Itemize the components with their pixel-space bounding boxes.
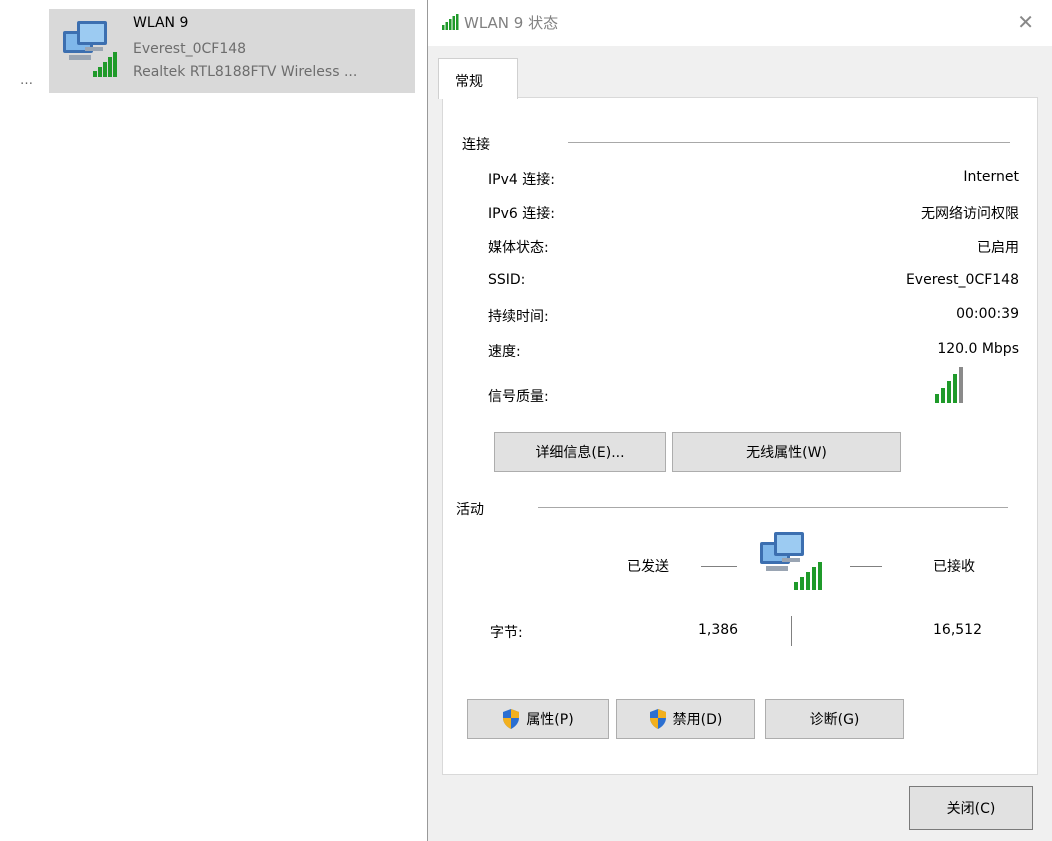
- ipv6-value: 无网络访问权限: [921, 206, 1019, 222]
- bytes-separator: [791, 616, 792, 646]
- speed-value: 120.0 Mbps: [937, 341, 1019, 357]
- sent-label: 已发送: [627, 559, 669, 575]
- ipv6-label: IPv6 连接:: [488, 206, 555, 222]
- activity-group-divider: [538, 507, 1008, 508]
- activity-group-title: 活动: [456, 502, 484, 518]
- adapter-ssid: Everest_0CF148: [133, 41, 247, 57]
- received-connector: [850, 566, 882, 567]
- signal-quality-bars-icon: [935, 367, 963, 403]
- shield-icon: [649, 709, 666, 729]
- ssid-label: SSID:: [488, 272, 526, 288]
- ipv4-value: Internet: [963, 169, 1019, 185]
- tab-general-label: 常规: [455, 74, 483, 90]
- wlan-status-dialog: WLAN 9 状态 ✕ 常规 连接 IPv4 连接: Internet IPv6…: [427, 0, 1052, 841]
- disable-button-label: 禁用(D): [672, 712, 723, 728]
- signal-quality-label: 信号质量:: [488, 389, 549, 405]
- close-button-label: 关闭(C): [946, 801, 996, 817]
- network-computers-icon: [63, 21, 117, 77]
- wireless-properties-button-label: 无线属性(W): [746, 445, 827, 461]
- ipv4-label: IPv4 连接:: [488, 172, 555, 188]
- media-state-label: 媒体状态:: [488, 240, 549, 256]
- adapter-name: WLAN 9: [133, 15, 189, 31]
- properties-button[interactable]: 属性(P): [467, 699, 609, 739]
- close-icon[interactable]: ✕: [1017, 10, 1034, 34]
- details-button[interactable]: 详细信息(E)...: [494, 432, 666, 472]
- tab-general[interactable]: 常规: [438, 58, 518, 99]
- bytes-received-value: 16,512: [933, 622, 982, 638]
- signal-strength-icon: [442, 14, 459, 30]
- bytes-sent-value: 1,386: [698, 622, 739, 638]
- close-button[interactable]: 关闭(C): [909, 786, 1033, 830]
- properties-button-label: 属性(P): [526, 712, 574, 728]
- wireless-properties-button[interactable]: 无线属性(W): [672, 432, 901, 472]
- diagnose-button[interactable]: 诊断(G): [765, 699, 904, 739]
- truncated-column-ellipsis: …: [20, 73, 33, 88]
- connection-group-divider: [568, 142, 1010, 143]
- disable-button[interactable]: 禁用(D): [616, 699, 755, 739]
- dialog-titlebar[interactable]: WLAN 9 状态 ✕: [428, 0, 1052, 46]
- bytes-label: 字节:: [490, 625, 523, 641]
- adapter-list-item-wlan9[interactable]: WLAN 9 Everest_0CF148 Realtek RTL8188FTV…: [49, 9, 415, 93]
- diagnose-button-label: 诊断(G): [809, 712, 860, 728]
- media-state-value: 已启用: [977, 240, 1019, 256]
- shield-icon: [503, 709, 520, 729]
- ssid-value: Everest_0CF148: [905, 272, 1019, 288]
- network-activity-icon: [760, 532, 822, 590]
- dialog-title: WLAN 9 状态: [464, 14, 559, 32]
- general-tab-panel: 连接 IPv4 连接: Internet IPv6 连接: 无网络访问权限 媒体…: [442, 97, 1038, 775]
- connection-group-title: 连接: [462, 137, 490, 153]
- speed-label: 速度:: [488, 344, 521, 360]
- sent-connector: [701, 566, 737, 567]
- details-button-label: 详细信息(E)...: [535, 445, 625, 461]
- received-label: 已接收: [933, 559, 975, 575]
- adapter-driver: Realtek RTL8188FTV Wireless ...: [133, 64, 358, 80]
- duration-label: 持续时间:: [488, 309, 549, 325]
- duration-value: 00:00:39: [956, 306, 1019, 322]
